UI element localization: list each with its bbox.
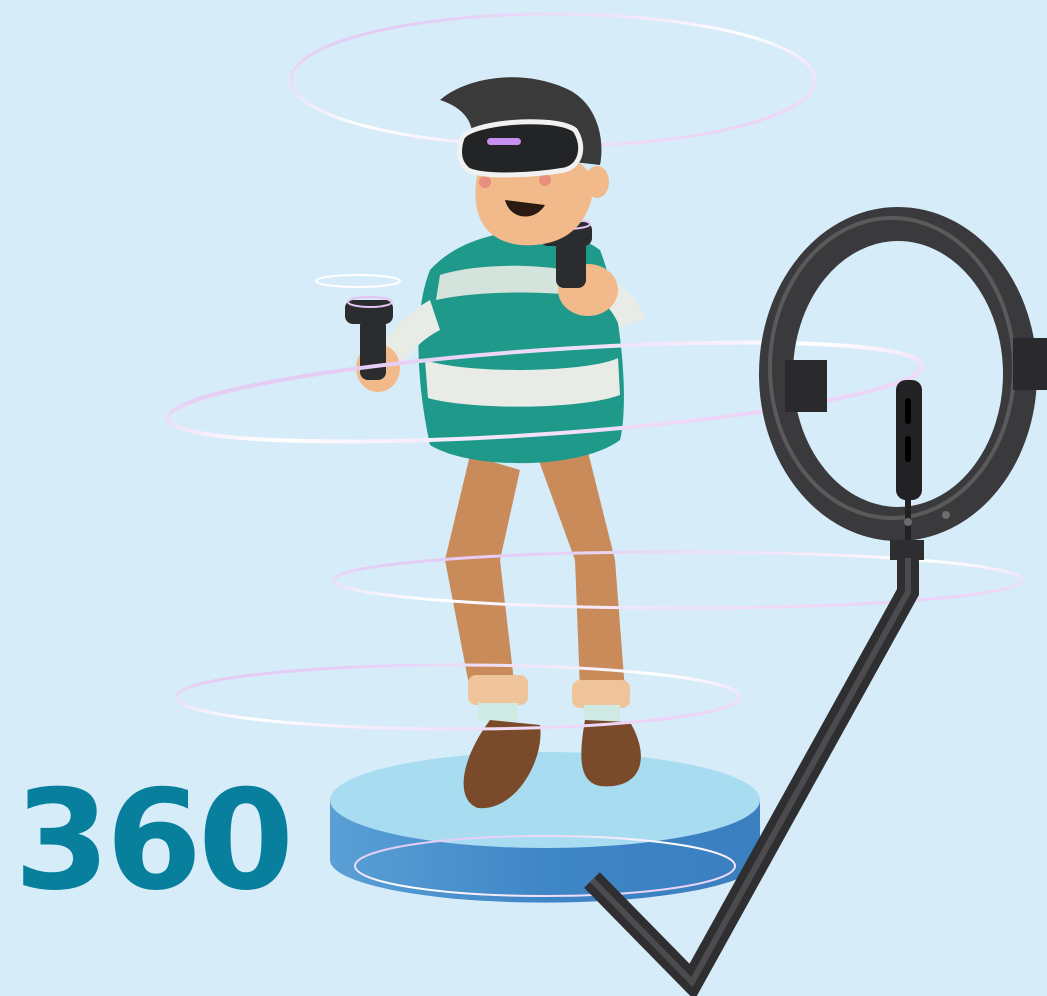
orbit-ring-small-left <box>315 274 401 288</box>
turntable-platform-icon <box>330 752 760 903</box>
orbit-ring-lower <box>174 663 742 731</box>
number-360-label: 360 <box>14 760 294 921</box>
